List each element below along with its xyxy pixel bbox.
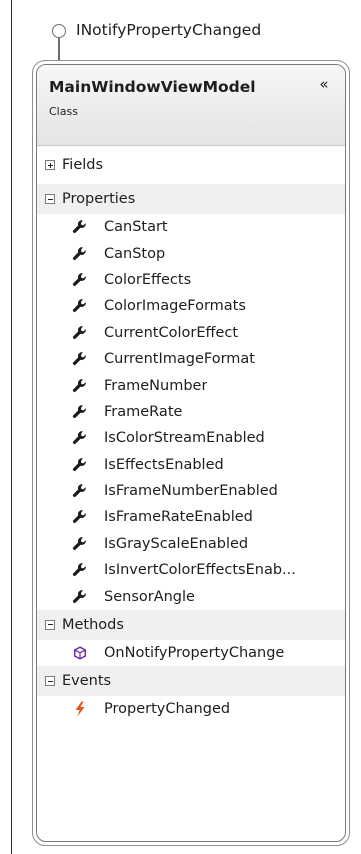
member-row[interactable]: IsInvertColorEffectsEnab... bbox=[37, 557, 345, 583]
member-label: IsColorStreamEnabled bbox=[104, 430, 265, 447]
member-label: IsInvertColorEffectsEnab... bbox=[104, 562, 296, 579]
section-label: Events bbox=[62, 673, 112, 690]
member-row[interactable]: FrameNumber bbox=[37, 372, 345, 398]
member-row[interactable]: FrameRate bbox=[37, 399, 345, 425]
section-events[interactable]: Events bbox=[37, 666, 345, 697]
collapse-chevron-icon[interactable]: « bbox=[315, 75, 333, 93]
wrench-icon bbox=[71, 324, 89, 342]
member-label: CanStart bbox=[104, 219, 168, 236]
member-label: ColorEffects bbox=[104, 271, 192, 288]
wrench-icon bbox=[71, 403, 89, 421]
wrench-icon bbox=[71, 271, 89, 289]
collapse-minus-icon[interactable] bbox=[45, 194, 55, 204]
class-name: MainWindowViewModel bbox=[49, 78, 256, 96]
expand-plus-icon[interactable] bbox=[45, 160, 55, 170]
wrench-icon bbox=[71, 245, 89, 263]
member-label: CurrentImageFormat bbox=[104, 351, 255, 368]
member-label: SensorAngle bbox=[104, 588, 195, 605]
member-label: FrameNumber bbox=[104, 377, 208, 394]
member-label: IsFrameRateEnabled bbox=[104, 509, 253, 526]
member-label: PropertyChanged bbox=[104, 701, 231, 718]
wrench-icon bbox=[71, 588, 89, 606]
section-methods[interactable]: Methods bbox=[37, 609, 345, 640]
interface-name[interactable]: INotifyPropertyChanged bbox=[76, 21, 261, 39]
interface-lollipop: INotifyPropertyChanged bbox=[52, 21, 352, 62]
section-label: Properties bbox=[62, 191, 136, 207]
class-stereotype: Class bbox=[49, 105, 78, 118]
class-header[interactable]: MainWindowViewModel Class « bbox=[37, 65, 345, 146]
member-row[interactable]: SensorAngle bbox=[37, 583, 345, 609]
member-label: IsFrameNumberEnabled bbox=[104, 483, 278, 500]
wrench-icon bbox=[71, 429, 89, 447]
collapse-minus-icon[interactable] bbox=[45, 676, 55, 687]
member-label: ColorImageFormats bbox=[104, 298, 246, 315]
member-row[interactable]: IsColorStreamEnabled bbox=[37, 425, 345, 451]
member-label: CanStop bbox=[104, 245, 166, 262]
member-row[interactable]: IsEffectsEnabled bbox=[37, 452, 345, 478]
member-row[interactable]: OnNotifyPropertyChange bbox=[37, 640, 345, 666]
properties-list: CanStart CanStop ColorEffects ColorImageFor… bbox=[37, 214, 345, 610]
wrench-icon bbox=[71, 377, 89, 395]
member-row[interactable]: CurrentColorEffect bbox=[37, 320, 345, 346]
wrench-icon bbox=[71, 218, 89, 236]
diagram-frame-edge bbox=[11, 0, 12, 854]
wrench-icon bbox=[71, 350, 89, 368]
wrench-icon bbox=[71, 297, 89, 315]
member-label: IsGrayScaleEnabled bbox=[104, 535, 249, 552]
class-body: MainWindowViewModel Class « Fields Prope… bbox=[36, 64, 346, 842]
member-row[interactable]: ColorImageFormats bbox=[37, 293, 345, 319]
methods-list: OnNotifyPropertyChange bbox=[37, 640, 345, 666]
wrench-icon bbox=[71, 561, 89, 579]
lightning-icon bbox=[71, 700, 89, 718]
member-row[interactable]: CurrentImageFormat bbox=[37, 346, 345, 372]
member-label: FrameRate bbox=[104, 403, 183, 420]
interface-connector bbox=[58, 38, 60, 62]
member-row[interactable]: IsFrameRateEnabled bbox=[37, 504, 345, 530]
member-row[interactable]: ColorEffects bbox=[37, 267, 345, 293]
section-label: Fields bbox=[62, 157, 104, 173]
member-row[interactable]: CanStop bbox=[37, 240, 345, 266]
section-fields[interactable]: Fields bbox=[37, 150, 345, 180]
wrench-icon bbox=[71, 508, 89, 526]
member-label: IsEffectsEnabled bbox=[104, 456, 224, 473]
member-row[interactable]: IsGrayScaleEnabled bbox=[37, 531, 345, 557]
wrench-icon bbox=[71, 456, 89, 474]
member-label: OnNotifyPropertyChange bbox=[104, 645, 285, 662]
events-list: PropertyChanged bbox=[37, 696, 345, 722]
section-label: Methods bbox=[62, 616, 124, 633]
interface-circle-icon bbox=[52, 24, 66, 38]
wrench-icon bbox=[71, 535, 89, 553]
class-shape[interactable]: MainWindowViewModel Class « Fields Prope… bbox=[32, 60, 350, 846]
collapse-minus-icon[interactable] bbox=[45, 619, 55, 630]
section-properties[interactable]: Properties bbox=[37, 184, 345, 214]
member-row[interactable]: CanStart bbox=[37, 214, 345, 240]
method-cube-icon bbox=[71, 644, 89, 662]
member-row[interactable]: IsFrameNumberEnabled bbox=[37, 478, 345, 504]
wrench-icon bbox=[71, 482, 89, 500]
member-row[interactable]: PropertyChanged bbox=[37, 696, 345, 722]
member-label: CurrentColorEffect bbox=[104, 324, 239, 341]
